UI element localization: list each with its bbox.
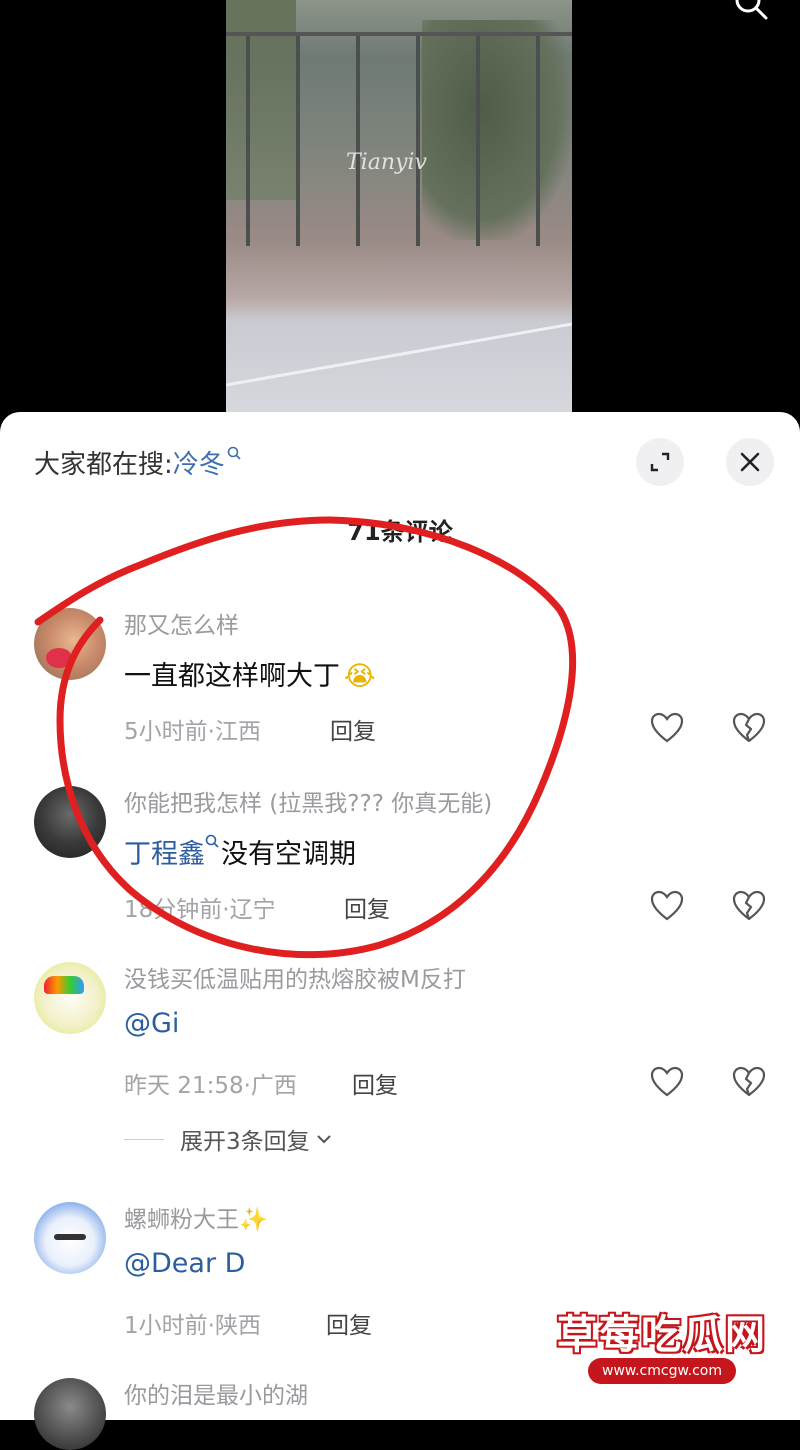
comment-text-body: 没有空调期 bbox=[221, 839, 356, 870]
meta-separator: · bbox=[207, 719, 215, 745]
comment-meta: 18分钟前·辽宁 bbox=[124, 890, 276, 924]
close-button[interactable] bbox=[726, 438, 774, 486]
avatar[interactable] bbox=[34, 1202, 106, 1274]
avatar[interactable] bbox=[34, 962, 106, 1034]
comment-meta: 昨天 21:58·广西 bbox=[124, 1066, 297, 1100]
comment-text: 一直都这样啊大丁 😭 bbox=[124, 654, 376, 693]
comment-meta: 1小时前·陕西 bbox=[124, 1306, 261, 1340]
video-court-line bbox=[226, 313, 572, 390]
site-watermark-badge: 草莓吃瓜网 www.cmcgw.com bbox=[548, 1296, 776, 1400]
username-text: 螺蛳粉大王 bbox=[124, 1207, 239, 1233]
comment-time: 18分钟前 bbox=[124, 897, 223, 923]
video-player[interactable]: Tianyiv bbox=[0, 0, 800, 430]
broken-heart-icon[interactable] bbox=[732, 712, 766, 744]
video-gate bbox=[226, 32, 572, 246]
broken-heart-icon[interactable] bbox=[732, 1066, 766, 1098]
expand-replies-label: 展开3条回复 bbox=[180, 1129, 310, 1155]
hot-search-label: 大家都在搜: bbox=[34, 450, 173, 480]
comment-time: 5小时前 bbox=[124, 719, 208, 745]
comment-time: 昨天 21:58 bbox=[124, 1073, 244, 1099]
comment-count-title: 71条评论 bbox=[347, 518, 453, 546]
comment-text: 丁程鑫 没有空调期 bbox=[124, 832, 356, 871]
comment-username[interactable]: 你能把我怎样 (拉黑我??? 你真无能) bbox=[124, 784, 492, 818]
sparkles-emoji: ✨ bbox=[239, 1207, 268, 1233]
badge-url: www.cmcgw.com bbox=[588, 1358, 736, 1384]
reply-button[interactable]: 回复 bbox=[326, 1306, 372, 1340]
mention-link[interactable]: @Dear D bbox=[124, 1248, 245, 1279]
reply-button[interactable]: 回复 bbox=[352, 1066, 398, 1100]
close-icon bbox=[740, 452, 760, 472]
comment-username[interactable]: 那又怎么样 bbox=[124, 606, 239, 640]
heart-outline-icon[interactable] bbox=[650, 890, 684, 922]
heart-outline-icon[interactable] bbox=[650, 1066, 684, 1098]
comment-username[interactable]: 螺蛳粉大王✨ bbox=[124, 1200, 268, 1234]
expand-button[interactable] bbox=[636, 438, 684, 486]
video-watermark: Tianyiv bbox=[346, 150, 427, 175]
comment-region: 辽宁 bbox=[229, 897, 276, 923]
avatar[interactable] bbox=[34, 1378, 106, 1450]
avatar[interactable] bbox=[34, 608, 106, 680]
comment-username[interactable]: 没钱买低温贴用的热熔胶被M反打 bbox=[124, 960, 466, 994]
comment-text-body: 一直都这样啊大丁 bbox=[124, 661, 340, 692]
meta-separator: · bbox=[243, 1073, 251, 1099]
comment-username[interactable]: 你的泪是最小的湖 bbox=[124, 1376, 308, 1410]
crying-emoji: 😭 bbox=[344, 661, 376, 692]
comment-text: @Gi bbox=[124, 1008, 179, 1039]
divider bbox=[124, 1138, 164, 1140]
avatar[interactable] bbox=[34, 786, 106, 858]
comment-meta: 5小时前·江西 bbox=[124, 712, 261, 746]
expand-replies[interactable]: 展开3条回复 bbox=[124, 1122, 332, 1156]
comment-region: 江西 bbox=[214, 719, 261, 745]
mention-link[interactable]: @Gi bbox=[124, 1008, 179, 1039]
comment-sheet: 大家都在搜:冷冬 71条评论 那又怎么样 一直都这样啊大丁 😭 5小时前·江西 回… bbox=[0, 412, 800, 1450]
comment-time: 1小时前 bbox=[124, 1313, 208, 1339]
meta-separator: · bbox=[207, 1313, 215, 1339]
expand-icon bbox=[650, 452, 670, 472]
hot-search-keyword[interactable]: 冷冬 bbox=[173, 450, 225, 480]
reply-button[interactable]: 回复 bbox=[344, 890, 390, 924]
comment-region: 陕西 bbox=[214, 1313, 261, 1339]
chevron-down-icon bbox=[316, 1135, 331, 1144]
comment-region: 广西 bbox=[250, 1073, 297, 1099]
broken-heart-icon[interactable] bbox=[732, 890, 766, 922]
comment-text: @Dear D bbox=[124, 1248, 245, 1279]
meta-separator: · bbox=[222, 897, 230, 923]
mention-link[interactable]: 丁程鑫 bbox=[124, 839, 205, 870]
search-icon bbox=[227, 446, 241, 460]
video-frame: Tianyiv bbox=[226, 0, 572, 412]
search-icon[interactable] bbox=[734, 0, 768, 20]
badge-title: 草莓吃瓜网 bbox=[557, 1312, 767, 1358]
reply-button[interactable]: 回复 bbox=[330, 712, 376, 746]
heart-outline-icon[interactable] bbox=[650, 712, 684, 744]
search-icon bbox=[205, 834, 219, 848]
hot-search-bar[interactable]: 大家都在搜:冷冬 bbox=[34, 444, 243, 481]
